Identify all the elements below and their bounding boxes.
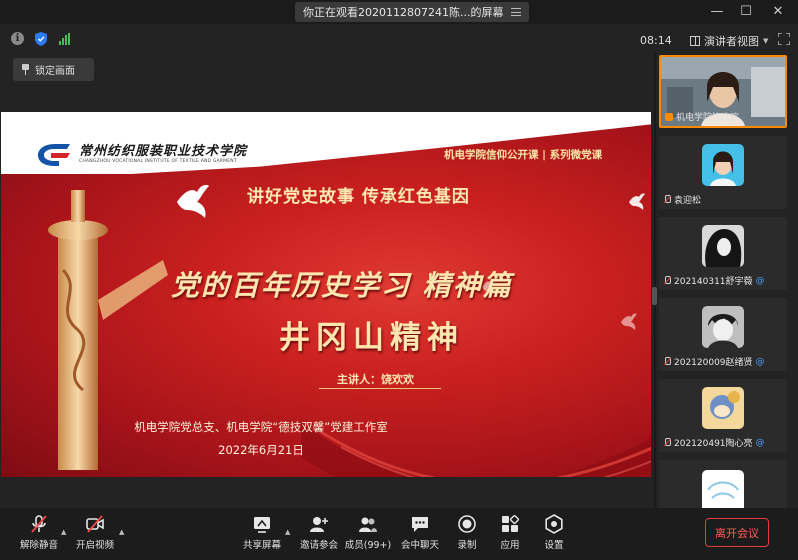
at-mention-icon: @	[755, 275, 765, 286]
avatar	[702, 225, 744, 267]
slide-title-line1: 党的百年历史学习 精神篇	[171, 269, 513, 302]
panel-resize-handle[interactable]	[652, 287, 657, 305]
dove-icon	[629, 193, 645, 210]
participant-tile[interactable]: 202120491陶心亮 @	[659, 379, 787, 452]
mic-options-caret[interactable]: ▲	[61, 528, 66, 536]
participant-tile[interactable]: 202120009赵绪贤 @	[659, 298, 787, 371]
lock-screen-button[interactable]: 锁定画面	[13, 58, 94, 81]
share-screen-button[interactable]: 共享屏幕	[239, 512, 285, 554]
participant-name: 202120491陶心亮 @	[663, 436, 765, 449]
add-user-icon	[310, 517, 328, 532]
chat-button[interactable]: 会中聊天	[397, 512, 443, 554]
members-button[interactable]: 成员(99+)	[345, 512, 391, 554]
view-mode-toggle[interactable]: 演讲者视图 ▼	[690, 33, 768, 49]
slide-date: 2022年6月21日	[218, 443, 304, 457]
close-button[interactable]: ✕	[769, 3, 787, 21]
school-name-cn: 常州纺织服装职业技术学院	[79, 144, 248, 159]
start-video-button[interactable]: 开启视频	[72, 512, 118, 554]
school-name-en: CHANGZHOU VOCATIONAL INSTITUTE OF TEXTIL…	[79, 159, 237, 164]
meeting-window: 你正在观看2020112807241陈...的屏幕 — ☐ ✕ i 08:14 …	[0, 0, 798, 560]
invite-button[interactable]: 邀请参会	[296, 512, 342, 554]
minimize-button[interactable]: —	[708, 3, 726, 21]
gear-icon	[545, 514, 563, 534]
shield-icon[interactable]	[35, 32, 47, 46]
title-bar: 你正在观看2020112807241陈...的屏幕 — ☐ ✕	[0, 0, 798, 24]
meeting-timer: 08:14	[640, 34, 672, 47]
course-tag: 机电学院信仰公开课 | 系列微党课	[444, 149, 603, 161]
sharing-title: 你正在观看2020112807241陈...的屏幕	[303, 6, 504, 19]
view-grid-icon	[690, 36, 700, 46]
chevron-down-icon: ▼	[763, 37, 769, 45]
network-signal-icon[interactable]	[59, 33, 71, 45]
speaker-divider	[319, 388, 441, 389]
participant-name: 202140311舒宇薇 @	[663, 274, 765, 287]
slide-subtitle: 讲好党史故事 传承红色基因	[247, 187, 470, 207]
share-screen-icon	[254, 517, 270, 533]
slide-speaker: 主讲人：饶欢欢	[337, 373, 414, 386]
school-logo	[38, 144, 70, 166]
share-options-caret[interactable]: ▲	[285, 528, 290, 536]
mic-muted-icon	[663, 438, 671, 447]
at-mention-icon: @	[755, 356, 765, 367]
mic-muted-icon	[663, 195, 671, 204]
mic-muted-icon	[663, 276, 671, 285]
mic-muted-icon	[31, 515, 47, 533]
avatar	[702, 387, 744, 429]
participant-tile[interactable]: 202140311舒宇薇 @	[659, 217, 787, 290]
info-bar: i	[0, 24, 798, 52]
settings-button[interactable]: 设置	[531, 512, 577, 554]
host-badge-icon	[665, 112, 673, 121]
participant-tile[interactable]	[659, 460, 787, 508]
slide-organizer: 机电学院党总支、机电学院“德技双馨”党建工作室	[134, 420, 388, 434]
record-icon	[458, 515, 476, 533]
dove-icon	[621, 313, 637, 330]
info-icon[interactable]: i	[11, 32, 24, 45]
avatar	[702, 144, 744, 186]
avatar	[702, 306, 744, 348]
participant-name: 袁迎松	[663, 193, 701, 206]
apps-grid-icon	[502, 514, 520, 532]
chat-icon	[412, 517, 428, 532]
at-mention-icon: @	[755, 437, 765, 448]
lock-screen-label: 锁定画面	[35, 66, 75, 77]
participant-name: 202120009赵绪贤 @	[663, 355, 765, 368]
fullscreen-icon[interactable]	[778, 33, 790, 45]
shared-screen: 常州纺织服装职业技术学院 CHANGZHOU VOCATIONAL INSTIT…	[1, 112, 651, 477]
video-off-icon	[86, 515, 104, 533]
menu-lines-icon[interactable]	[511, 8, 522, 16]
participant-tile[interactable]: 机电学院饶欢欢	[659, 55, 787, 128]
unmute-button[interactable]: 解除静音	[16, 512, 62, 554]
video-options-caret[interactable]: ▲	[119, 528, 124, 536]
dove-icon	[177, 184, 209, 218]
mic-muted-icon	[663, 357, 671, 366]
slide-title-line2: 井冈山精神	[279, 320, 464, 356]
sharing-title-pill[interactable]: 你正在观看2020112807241陈...的屏幕	[295, 2, 530, 22]
panel-divider	[654, 52, 656, 510]
participant-name: 机电学院饶欢欢	[665, 110, 739, 123]
leave-meeting-button[interactable]: 离开会议	[705, 518, 769, 547]
apps-button[interactable]: 应用	[487, 512, 533, 554]
view-mode-label: 演讲者视图	[704, 35, 759, 48]
participant-tile[interactable]: 袁迎松	[659, 136, 787, 209]
maximize-button[interactable]: ☐	[737, 3, 755, 21]
record-button[interactable]: 录制	[444, 512, 490, 554]
pin-icon	[22, 64, 29, 75]
members-icon	[359, 517, 377, 532]
avatar	[702, 470, 744, 508]
